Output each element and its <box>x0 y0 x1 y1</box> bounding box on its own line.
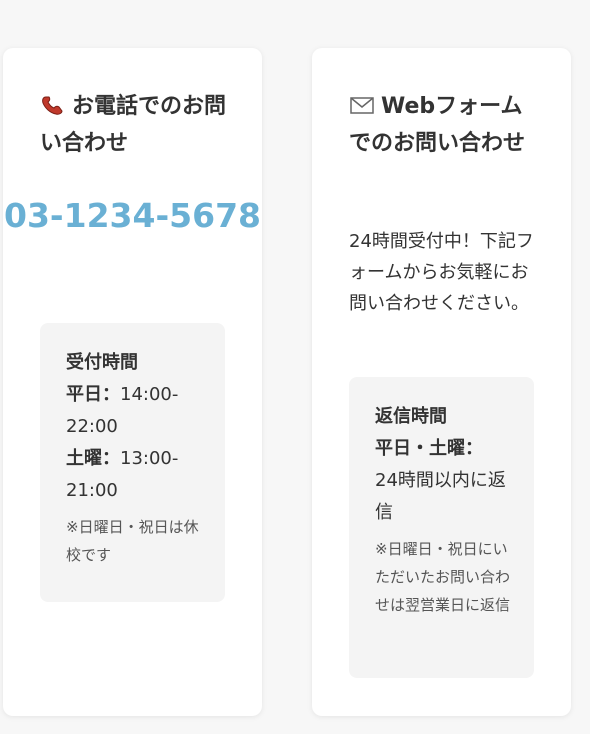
web-card-title-text: Webフォームでのお問い合わせ <box>349 94 526 156</box>
reply-days: 平日・土曜： <box>375 433 512 465</box>
reply-box: 返信時間 平日・土曜： 24時間以内に返信 ※日曜日・祝日にいただいたお問い合わ… <box>349 377 534 678</box>
reply-days-label: 平日・土曜： <box>375 438 483 459</box>
phone-icon <box>42 96 63 115</box>
hours-heading: 受付時間 <box>66 352 138 373</box>
mail-icon <box>350 97 374 114</box>
phone-card-title: お電話でのお問い合わせ <box>40 88 230 162</box>
reply-note: ※日曜日・祝日にいただいたお問い合わせは翌営業日に返信 <box>375 540 511 614</box>
phone-contact-card: お電話でのお問い合わせ 03-1234-5678 受付時間 平日：14:00-2… <box>3 48 262 716</box>
reply-heading: 返信時間 <box>375 406 447 427</box>
web-card-title: Webフォームでのお問い合わせ <box>349 88 539 162</box>
web-form-contact-card: Webフォームでのお問い合わせ 24時間受付中！下記フォームからお気軽にお問い合… <box>312 48 571 716</box>
hours-box: 受付時間 平日：14:00-22:00 土曜：13:00-21:00 ※日曜日・… <box>40 323 225 602</box>
phone-card-title-text: お電話でのお問い合わせ <box>40 94 227 156</box>
closed-note: ※日曜日・祝日は休校です <box>66 518 199 564</box>
weekday-label: 平日： <box>66 384 120 405</box>
web-form-description: 24時間受付中！下記フォームからお気軽にお問い合わせください。 <box>349 231 534 314</box>
weekday-hours: 平日：14:00-22:00 <box>66 379 203 443</box>
saturday-label: 土曜： <box>66 448 120 469</box>
reply-time: 24時間以内に返信 <box>375 470 506 523</box>
phone-number-link[interactable]: 03-1234-5678 <box>3 188 262 244</box>
saturday-hours: 土曜：13:00-21:00 <box>66 443 203 507</box>
